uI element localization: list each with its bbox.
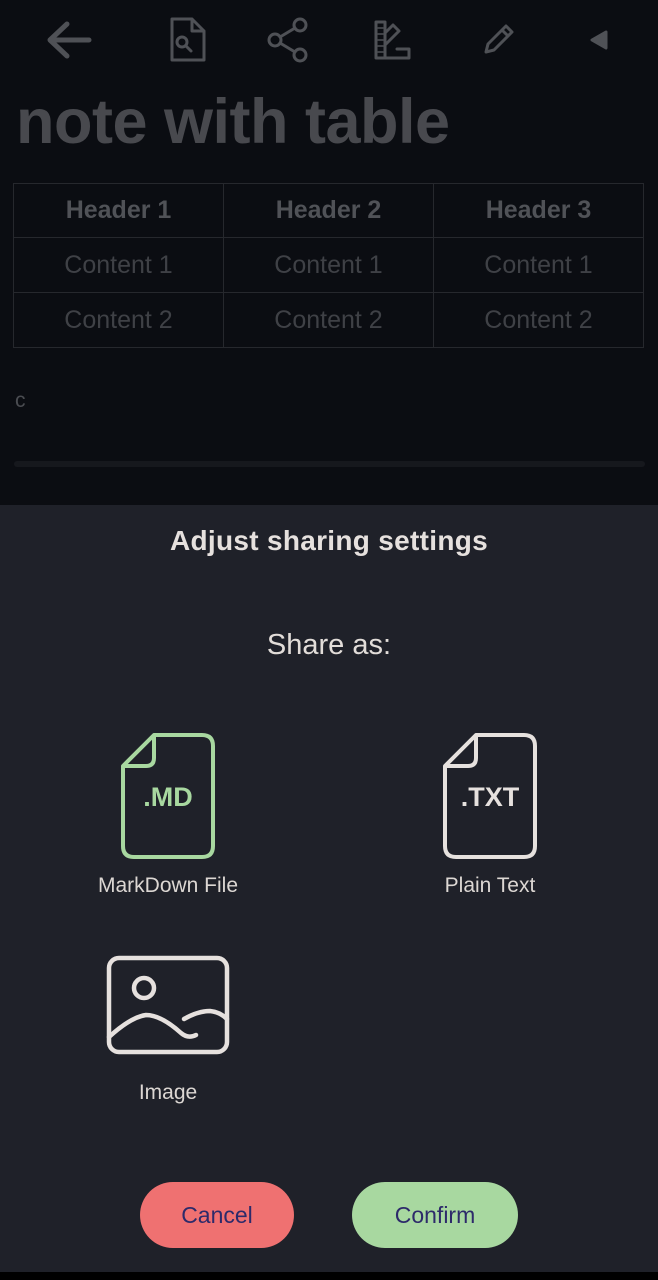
edit-button[interactable] (472, 14, 524, 66)
table-row: Content 2 Content 2 Content 2 (13, 292, 644, 348)
sheet-title: Adjust sharing settings (169, 525, 489, 556)
back-arrow-icon (47, 21, 92, 59)
option-label-image: Image (138, 1081, 198, 1104)
share-option-plain-text[interactable]: .TXT Plain Text (380, 732, 600, 898)
confirm-button[interactable]: Confirm (352, 1182, 518, 1248)
table-cell: Content 2 (223, 292, 434, 348)
note-table: Header 1 Header 2 Header 3 Content 1 Con… (13, 183, 644, 348)
palette-icon (374, 20, 411, 60)
cancel-button[interactable]: Cancel (140, 1182, 294, 1248)
markdown-file-icon: .MD (121, 733, 215, 859)
table-header-row: Header 1 Header 2 Header 3 (13, 183, 644, 238)
preview-button[interactable] (160, 14, 212, 66)
note-toolbar (0, 0, 658, 84)
txt-badge: .TXT (461, 782, 520, 812)
play-left-icon (590, 30, 608, 50)
option-label-plain-text: Plain Text (444, 874, 536, 897)
table-cell: Content 1 (13, 237, 224, 293)
table-cell: Content 2 (13, 292, 224, 348)
share-icon (267, 17, 308, 63)
document-search-icon (170, 17, 206, 62)
note-divider (14, 461, 645, 467)
table-header-cell: Header 2 (223, 183, 434, 238)
system-nav-bar (0, 1272, 658, 1280)
note-title: note with table (16, 87, 450, 157)
share-option-markdown[interactable]: .MD MarkDown File (58, 732, 278, 898)
table-row: Content 1 Content 1 Content 1 (13, 237, 644, 293)
back-button[interactable] (43, 14, 95, 66)
collapse-button[interactable] (573, 14, 625, 66)
note-body-text: c (15, 389, 26, 412)
table-cell: Content 1 (223, 237, 434, 293)
text-file-icon: .TXT (443, 733, 537, 859)
md-badge: .MD (143, 782, 193, 812)
pencil-icon (484, 24, 514, 54)
theme-button[interactable] (367, 14, 419, 66)
option-label-markdown: MarkDown File (97, 874, 239, 897)
share-settings-sheet: Adjust sharing settings Share as: .MD Ma… (0, 505, 658, 1272)
share-as-label: Share as: (266, 629, 392, 661)
table-header-cell: Header 3 (433, 183, 644, 238)
share-option-image[interactable]: Image (58, 955, 278, 1105)
table-cell: Content 2 (433, 292, 644, 348)
image-icon (106, 955, 230, 1055)
table-cell: Content 1 (433, 237, 644, 293)
table-header-cell: Header 1 (13, 183, 224, 238)
share-button[interactable] (262, 14, 314, 66)
